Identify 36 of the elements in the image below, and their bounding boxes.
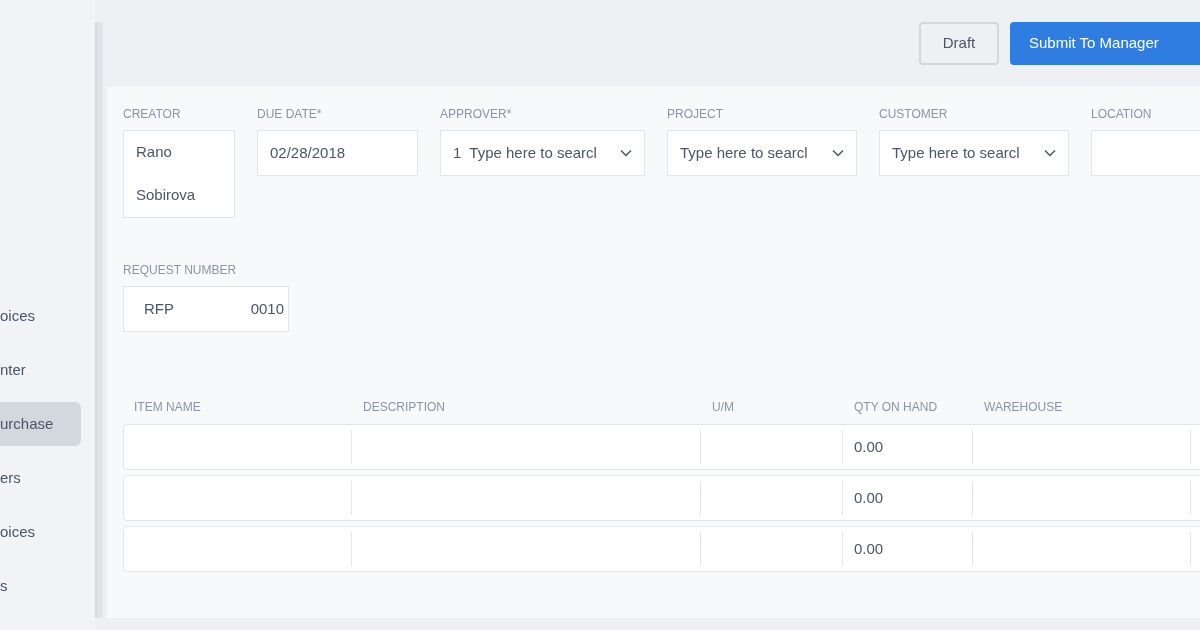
qty-cell: 0.00 [843, 532, 973, 566]
sidebar-item[interactable]: ers [0, 456, 81, 500]
submit-button[interactable]: Submit To Manager [1010, 22, 1200, 65]
dropdown-field[interactable]: 1 Type here to searcl [440, 130, 645, 176]
dropdown-field[interactable]: Type here to searcl [667, 130, 857, 176]
sidebar-item[interactable]: urchase [0, 402, 81, 446]
creator-name-text: Rano [136, 142, 172, 163]
column-header: DESCRIPTION [362, 399, 446, 416]
input-field[interactable]: 02/28/2018 [257, 130, 418, 176]
field-label: DUE DATE* [257, 106, 323, 123]
input-field[interactable] [1091, 130, 1200, 176]
creator-name-text: Sobirova [136, 185, 196, 206]
field-label: PROJECT [667, 106, 724, 123]
dropdown-field[interactable]: Type here to searcl [879, 130, 1069, 176]
number-text: 0010 [250, 298, 284, 319]
sidebar-item[interactable]: oices [0, 510, 81, 554]
chevron-down-icon [620, 149, 632, 157]
prefix-text: RFP [144, 298, 174, 319]
field-label: CUSTOMER [879, 106, 949, 123]
qty-cell: 0.00 [843, 481, 973, 515]
scrollbar[interactable] [95, 22, 103, 618]
field-label: REQUEST NUMBER [123, 262, 238, 279]
chevron-down-icon [1044, 149, 1056, 157]
sidebar-item[interactable]: s [0, 564, 81, 608]
field-label: APPROVER* [440, 106, 513, 123]
sidebar-item[interactable]: nter [0, 348, 81, 392]
field-label: LOCATION [1091, 106, 1153, 123]
column-header: WAREHOUSE [983, 399, 1064, 416]
qty-cell: 0.00 [843, 430, 973, 464]
field-label: CREATOR [123, 106, 182, 123]
column-header: QTY ON HAND [853, 399, 939, 416]
column-header: U/M [711, 399, 735, 416]
column-header: ITEM NAME [133, 399, 202, 416]
draft-button[interactable]: Draft [919, 22, 999, 65]
sidebar-item[interactable]: oices [0, 294, 81, 338]
chevron-down-icon [832, 149, 844, 157]
